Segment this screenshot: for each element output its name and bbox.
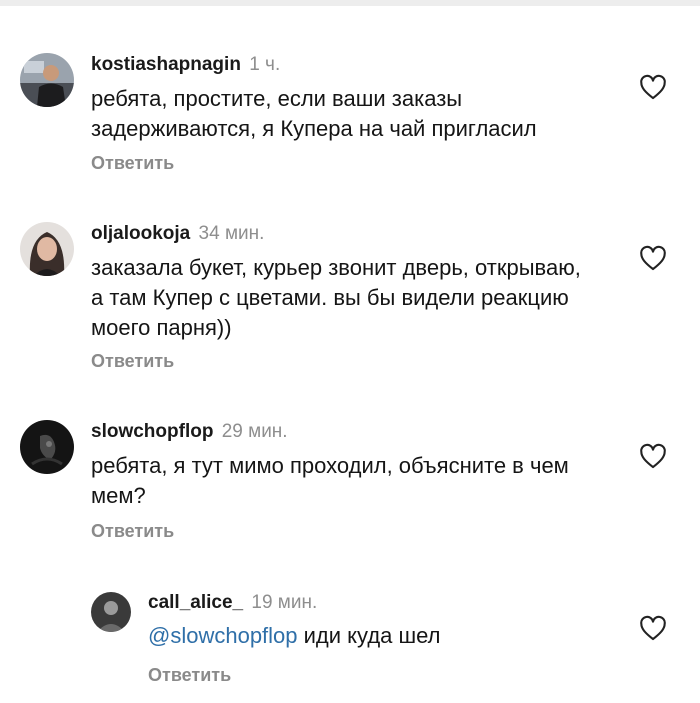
comment-username[interactable]: slowchopflop bbox=[91, 421, 213, 442]
user-mention-link[interactable]: @slowchopflop bbox=[148, 623, 298, 648]
heart-outline-icon[interactable] bbox=[639, 245, 667, 271]
reply-timestamp: 19 мин. bbox=[251, 592, 318, 613]
heart-outline-icon[interactable] bbox=[639, 74, 667, 100]
user-photo-dark-icon[interactable] bbox=[20, 420, 74, 474]
reply-button[interactable]: Ответить bbox=[91, 350, 174, 372]
heart-outline-icon[interactable] bbox=[639, 443, 667, 469]
reply-button[interactable]: Ответить bbox=[148, 664, 231, 686]
comment-username[interactable]: kostiashapnagin bbox=[91, 54, 241, 75]
comment-timestamp: 1 ч. bbox=[249, 54, 281, 75]
reply-text: @slowchopflop иди куда шел bbox=[148, 621, 608, 651]
top-divider bbox=[0, 0, 700, 6]
comment-text: ребята, я тут мимо проходил, объясните в… bbox=[91, 453, 569, 508]
heart-outline-icon[interactable] bbox=[639, 615, 667, 641]
comment-text: заказала букет, курьер звонит дверь, отк… bbox=[91, 255, 581, 340]
user-photo-man-icon[interactable] bbox=[20, 53, 74, 107]
comment-timestamp: 34 мин. bbox=[198, 223, 265, 244]
user-photo-bw-icon[interactable] bbox=[91, 592, 131, 632]
reply-button[interactable]: Ответить bbox=[91, 520, 174, 542]
comment-username[interactable]: oljalookoja bbox=[91, 223, 190, 244]
reply-username[interactable]: call_alice_ bbox=[148, 592, 243, 613]
user-photo-woman-icon[interactable] bbox=[20, 222, 74, 276]
reply-message: иди куда шел bbox=[297, 623, 441, 648]
comment-text: ребята, простите, если ваши заказы задер… bbox=[91, 86, 537, 141]
reply-button[interactable]: Ответить bbox=[91, 152, 174, 174]
comment-timestamp: 29 мин. bbox=[221, 421, 288, 442]
